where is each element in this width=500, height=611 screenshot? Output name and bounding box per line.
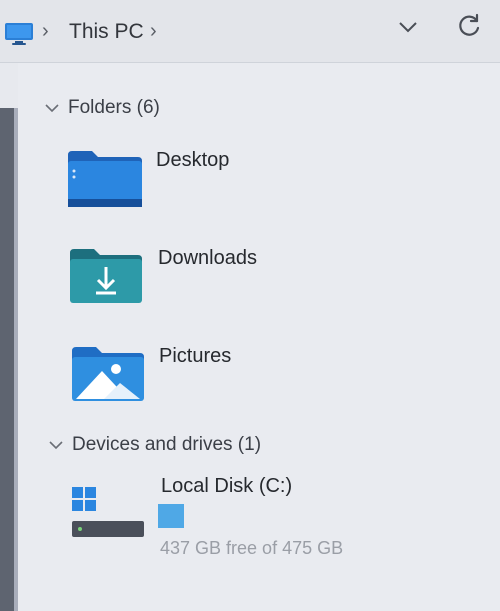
drive-tile-local-disk-c[interactable]: Local Disk (C:) 437 GB free of 475 GB (66, 475, 386, 565)
content-pane: Folders (6) Desktop Downloads Pictures D… (18, 63, 500, 611)
this-pc-monitor-icon[interactable] (4, 22, 34, 46)
breadcrumb-this-pc[interactable]: This PC (69, 20, 144, 44)
folder-tile-desktop[interactable]: Desktop (66, 143, 306, 213)
drive-label-local-disk-c: Local Disk (C:) (161, 475, 293, 497)
local-disk-drive-icon (72, 487, 144, 537)
chevron-right-icon[interactable]: › (42, 20, 49, 43)
refresh-icon[interactable] (455, 12, 483, 40)
pictures-folder-icon (72, 347, 144, 401)
chevron-down-icon[interactable] (48, 437, 64, 453)
folders-group-header[interactable]: Folders (6) (44, 97, 160, 119)
chevron-down-icon[interactable] (44, 100, 60, 116)
chevron-right-icon[interactable]: › (150, 20, 157, 43)
folder-label-pictures: Pictures (159, 345, 232, 367)
drive-free-space-text: 437 GB free of 475 GB (160, 538, 344, 558)
folder-label-desktop: Desktop (156, 149, 230, 171)
desktop-folder-icon (68, 151, 142, 207)
address-bar: › This PC › (0, 0, 500, 63)
drive-capacity-bar (158, 504, 184, 528)
folders-group-title: Folders (6) (68, 97, 160, 118)
devices-and-drives-group-header[interactable]: Devices and drives (1) (48, 434, 261, 456)
folder-tile-pictures[interactable]: Pictures (68, 339, 308, 409)
downloads-folder-icon (70, 249, 142, 303)
devices-group-title: Devices and drives (1) (72, 434, 262, 455)
chevron-down-icon[interactable] (395, 14, 421, 40)
navigation-pane-edge[interactable] (0, 108, 18, 611)
folder-tile-downloads[interactable]: Downloads (66, 241, 306, 311)
folder-label-downloads: Downloads (158, 247, 257, 269)
